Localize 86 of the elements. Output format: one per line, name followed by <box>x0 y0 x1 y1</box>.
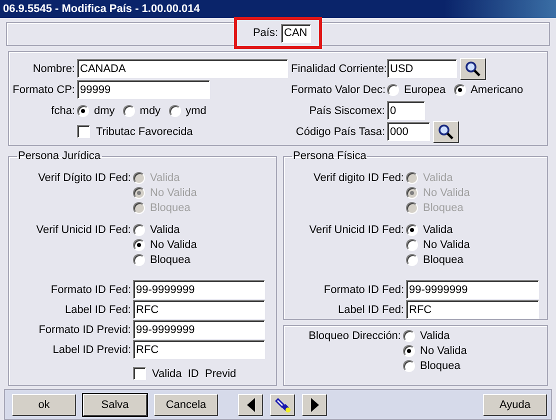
field-label: Verif Dígito ID Fed: <box>37 172 131 186</box>
field-label: Verif Unicid ID Fed: <box>35 224 131 238</box>
field-label: Formato ID Fed: <box>322 284 404 296</box>
right-triangle-icon <box>310 398 318 412</box>
group-title: Persona Jurídica <box>17 150 102 162</box>
radio-label: Valida <box>423 224 453 236</box>
radio-button[interactable] <box>387 84 399 96</box>
radio-label: Valida <box>420 330 450 342</box>
radio-button[interactable] <box>403 360 415 372</box>
field-label: Formato ID Fed: <box>50 284 131 296</box>
checkbox[interactable] <box>133 367 146 380</box>
field-label: Verif digito ID Fed: <box>312 172 404 186</box>
radio-label: Bloquea <box>423 202 464 214</box>
next-button[interactable] <box>302 394 327 416</box>
field-label: fcha: <box>50 104 75 116</box>
field-label: Formato CP: <box>12 84 75 96</box>
radio-button[interactable] <box>122 104 135 116</box>
radio-label: No Valida <box>423 239 470 251</box>
radio-button[interactable] <box>406 254 418 266</box>
flashlight-icon <box>274 396 290 412</box>
radio-label: mdy <box>140 104 161 116</box>
field-label: Formato Valor Dec: <box>291 84 385 96</box>
input-field[interactable]: CANADA <box>77 59 288 78</box>
radio-label: ymd <box>186 104 206 116</box>
field-label: Finalidad Corriente: <box>291 62 385 74</box>
radio-label: Americano <box>470 84 524 96</box>
field-label: Label ID Fed: <box>336 304 404 316</box>
radio-button[interactable] <box>403 345 415 358</box>
field-label: Bloqueo Dirección: <box>308 330 401 344</box>
radio-label: No Valida <box>150 239 197 251</box>
radio-button[interactable] <box>406 239 418 251</box>
input-field[interactable]: 0 <box>387 101 425 120</box>
radio-button[interactable] <box>403 330 415 342</box>
input-field[interactable]: USD <box>387 59 457 78</box>
text-button[interactable]: Cancela <box>154 394 218 416</box>
input-field[interactable]: RFC <box>133 340 265 359</box>
previous-button[interactable] <box>238 394 263 416</box>
checkbox[interactable] <box>77 125 90 138</box>
radio-button[interactable] <box>168 104 181 116</box>
radio-button[interactable] <box>454 84 466 96</box>
left-triangle-icon <box>246 398 254 412</box>
radio-button[interactable] <box>77 104 89 116</box>
text-button[interactable]: ok <box>12 394 76 416</box>
field-label: Nombre: <box>32 62 75 74</box>
search-icon <box>438 124 454 140</box>
radio-button[interactable] <box>406 224 418 236</box>
input-field[interactable]: CAN <box>281 24 312 42</box>
radio-label: Bloquea <box>423 254 464 266</box>
radio-label: dmy <box>94 104 115 116</box>
radio-label: Valida <box>423 172 453 184</box>
window-title: 06.9.5545 - Modifica País - 1.00.00.014 <box>0 0 556 18</box>
radio-label: Europea <box>404 84 446 96</box>
input-field[interactable]: 99999 <box>77 80 210 99</box>
radio-label: Valida <box>150 172 180 184</box>
radio-label: Bloquea <box>150 202 190 214</box>
search-button[interactable] <box>460 58 486 80</box>
flashlight-button[interactable] <box>270 394 295 416</box>
checkbox-label: Valida ID Previd <box>152 368 236 380</box>
field-label: Código País Tasa: <box>294 126 385 138</box>
radio-label: Bloquea <box>420 360 460 372</box>
group-title: Persona Física <box>292 150 368 162</box>
input-field[interactable]: 99-9999999 <box>133 280 265 299</box>
checkbox-label: Tributac Favorecida <box>96 126 193 138</box>
field-label: Label ID Fed: <box>64 304 131 316</box>
radio-label: No Valida <box>420 345 467 358</box>
radio-button[interactable] <box>133 239 145 251</box>
radio-label: Bloquea <box>150 254 190 266</box>
text-button[interactable]: Ayuda <box>483 394 547 416</box>
radio-button[interactable] <box>133 224 145 236</box>
text-button[interactable]: Salva <box>83 394 147 416</box>
input-field[interactable]: 000 <box>387 122 430 141</box>
radio-button[interactable] <box>133 254 145 266</box>
radio-label: No Valida <box>150 187 197 199</box>
input-field[interactable]: 99-9999999 <box>406 280 539 299</box>
field-label: País: <box>252 27 278 39</box>
radio-label: No Valida <box>423 187 470 199</box>
search-icon <box>465 60 481 76</box>
radio-label: Valida <box>150 224 180 236</box>
field-label: Verif Unicid ID Fed: <box>308 224 404 238</box>
field-label: Label ID Previd: <box>52 344 131 356</box>
search-button[interactable] <box>433 120 459 142</box>
field-label: País Siscomex: <box>308 104 385 116</box>
input-field[interactable]: 99-9999999 <box>133 320 265 339</box>
input-field[interactable]: RFC <box>133 300 265 319</box>
input-field[interactable]: RFC <box>406 300 539 319</box>
field-label: Formato ID Previd: <box>38 324 131 336</box>
